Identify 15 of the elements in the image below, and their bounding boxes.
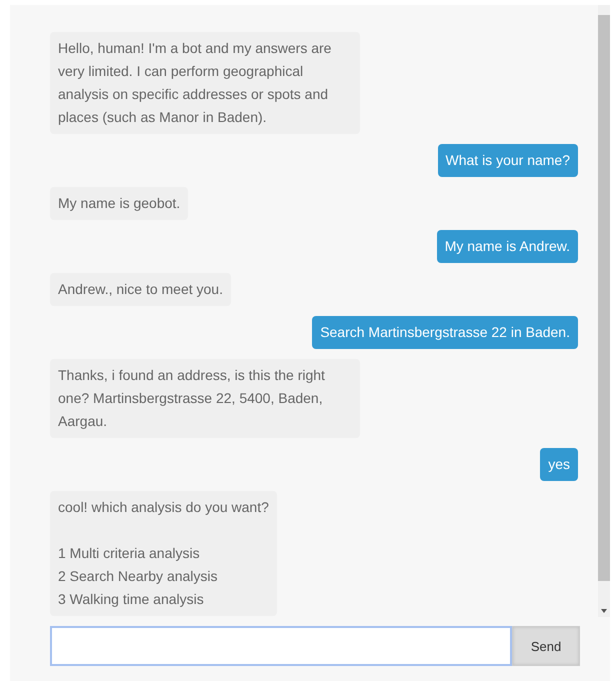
user-message: My name is Andrew.	[436, 230, 578, 263]
bot-message: Andrew., nice to meet you.	[50, 273, 231, 306]
message-input[interactable]	[50, 626, 512, 666]
user-message: Search Martinsbergstrasse 22 in Baden.	[312, 316, 578, 349]
bot-message: My name is geobot.	[50, 187, 188, 220]
option-text: 1 Multi criteria analysis	[58, 544, 201, 563]
scroll-down-icon[interactable]	[601, 609, 607, 613]
message-text: cool! which analysis do you want?	[58, 498, 269, 517]
option-text: 2 Search Nearby analysis	[58, 567, 219, 586]
send-button[interactable]: Send	[512, 626, 580, 666]
bot-message: Hello, human! I'm a bot and my answers are very limited. I can perform geographical analysis on specific addresses or spots and places (such as Manor in Baden).	[50, 32, 360, 134]
user-message: What is your name?	[438, 144, 578, 177]
option-text: 3 Walking time analysis	[58, 590, 205, 609]
bot-message: Thanks, i found an address, is this the right one? Martinsbergstrasse 22, 5400, Baden, Aargau.	[50, 359, 360, 438]
user-message: yes	[540, 448, 578, 481]
